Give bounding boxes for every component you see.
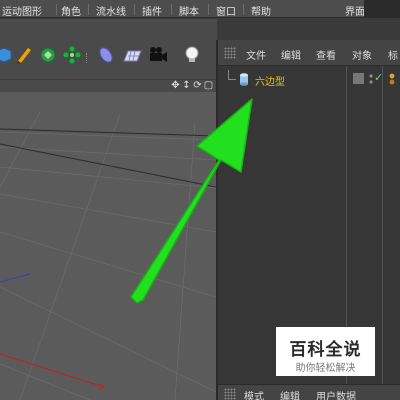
menu-separator	[88, 4, 89, 15]
perspective-viewport[interactable]: ✥ ↕ ⟳ ▢	[0, 80, 216, 400]
column-separator	[382, 66, 383, 384]
menu-tags[interactable]: 标	[388, 47, 398, 62]
list-item[interactable]: 六边型 ✓	[218, 70, 400, 90]
light-icon[interactable]	[182, 45, 202, 65]
menu-script[interactable]: 脚本	[179, 3, 199, 18]
camera-icon[interactable]	[148, 45, 168, 65]
zoom-icon[interactable]: ↕	[181, 80, 192, 91]
ground-grid	[0, 111, 216, 400]
watermark-title: 百科全说	[289, 340, 362, 360]
panel-grip-icon[interactable]	[224, 388, 236, 400]
cylinder-icon	[240, 73, 248, 86]
menu-view[interactable]: 查看	[316, 47, 336, 62]
viewport-header: ✥ ↕ ⟳ ▢	[0, 80, 216, 92]
panel-grip-icon[interactable]	[224, 47, 236, 59]
menu-user-data[interactable]: 用户数据	[316, 388, 356, 400]
array-icon[interactable]	[62, 45, 82, 65]
menu-edit[interactable]: 编辑	[280, 388, 300, 400]
menu-mode[interactable]: 模式	[244, 388, 264, 400]
tree-line	[228, 70, 236, 80]
move-icon[interactable]: ✥	[170, 80, 181, 91]
menu-separator	[208, 4, 209, 15]
menu-mograph[interactable]: 运动图形	[2, 3, 42, 18]
menu-character[interactable]: 角色	[61, 3, 81, 18]
menu-separator	[134, 4, 135, 15]
viewport-nav-controls: ✥ ↕ ⟳ ▢	[170, 80, 214, 92]
menu-separator	[171, 4, 172, 15]
toolbar	[0, 19, 217, 79]
menu-file[interactable]: 文件	[246, 47, 266, 62]
rotate-icon[interactable]: ⟳	[192, 80, 203, 91]
watermark-subtitle: 助你轻松解决	[295, 363, 356, 374]
maximize-icon[interactable]: ▢	[203, 80, 214, 91]
menu-help[interactable]: 帮助	[251, 3, 271, 18]
menu-object[interactable]: 对象	[352, 47, 372, 62]
deformer-icon[interactable]	[96, 45, 116, 65]
cube-icon[interactable]	[0, 45, 14, 65]
object-name[interactable]: 六边型	[255, 73, 285, 88]
menu-separator	[56, 4, 57, 15]
layout-label[interactable]: 界面	[345, 3, 365, 18]
menu-window[interactable]: 窗口	[216, 3, 236, 18]
subdivision-icon[interactable]	[38, 45, 58, 65]
floor-icon[interactable]	[122, 45, 142, 65]
watermark-logo: 百科全说 助你轻松解决	[276, 327, 375, 376]
phong-tag-icon[interactable]	[388, 72, 396, 86]
pen-icon[interactable]	[14, 45, 34, 65]
menu-edit[interactable]: 编辑	[281, 47, 301, 62]
menu-pipeline[interactable]: 流水线	[96, 3, 126, 18]
menu-plugins[interactable]: 插件	[142, 3, 162, 18]
layout-dropdown[interactable]	[364, 0, 400, 18]
menu-bar: 运动图形 角色 流水线 插件 脚本 窗口 帮助 界面	[0, 0, 400, 18]
attributes-menu: 模式 编辑 用户数据	[218, 384, 400, 400]
layer-icon[interactable]	[353, 73, 364, 84]
menu-separator	[243, 4, 244, 15]
toolbar-separator	[86, 53, 87, 63]
object-manager-menu: 文件 编辑 查看 对象 标	[218, 40, 400, 66]
